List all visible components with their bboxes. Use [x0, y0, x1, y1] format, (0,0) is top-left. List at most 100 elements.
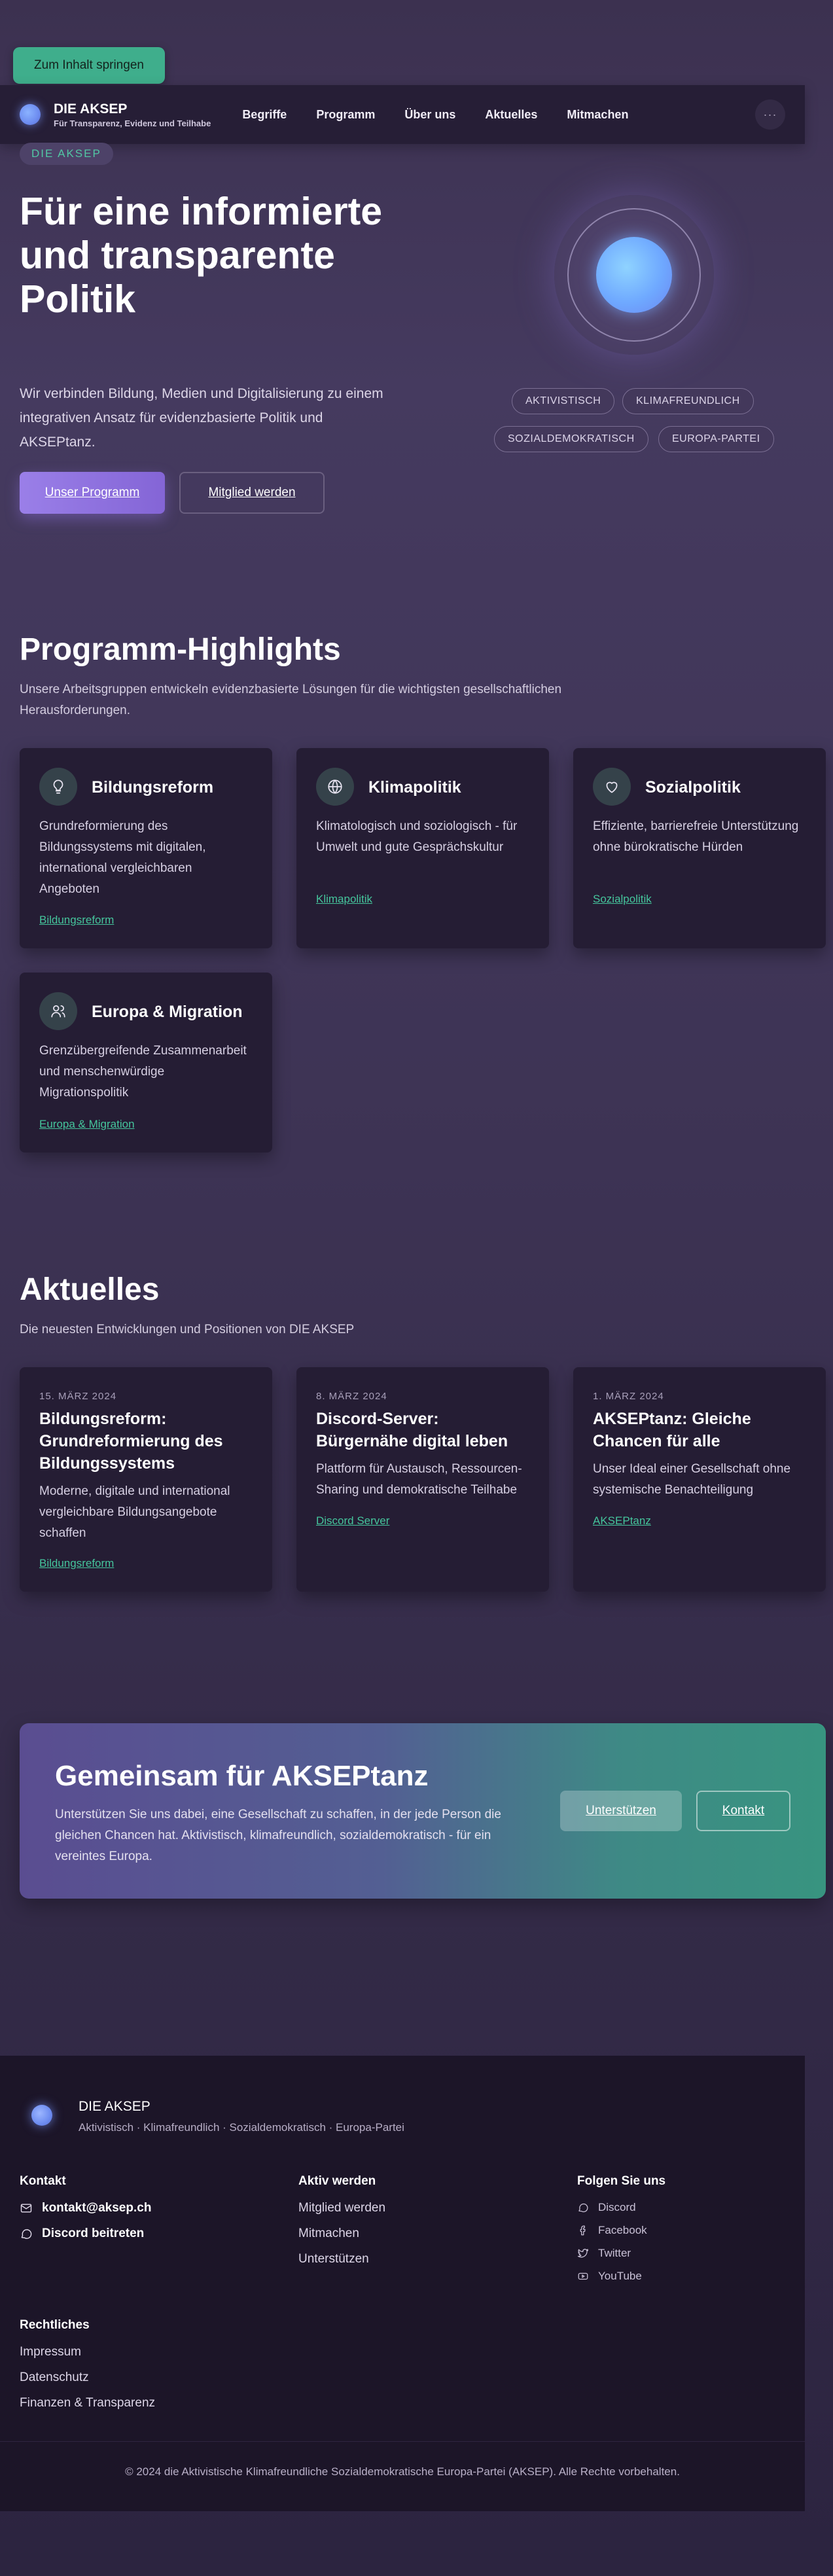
- pill-sozialdemokratisch: SOZIALDEMOKRATISCH: [494, 426, 648, 452]
- lightbulb-icon: [39, 768, 77, 806]
- card-text: Grenzübergreifende Zusammenarbeit und me…: [39, 1044, 247, 1100]
- news-link[interactable]: Bildungsreform: [39, 1557, 114, 1570]
- twitter-icon: [577, 2247, 589, 2259]
- news-card[interactable]: 1. MÄRZ 2024 AKSEPtanz: Gleiche Chancen …: [573, 1367, 826, 1592]
- news-title: Discord-Server: Bürgernähe digital leben: [316, 1410, 508, 1450]
- facebook-icon: [577, 2225, 589, 2236]
- nav-link-aktuelles[interactable]: Aktuelles: [485, 108, 537, 122]
- card-link[interactable]: Bildungsreform: [39, 914, 114, 927]
- news-subtitle: Die neuesten Entwicklungen und Positione…: [20, 1323, 355, 1336]
- pill-klimafreundlich: KLIMAFREUNDLICH: [622, 388, 754, 414]
- users-icon: [39, 992, 77, 1030]
- footer-social-discord-label: Discord: [598, 2201, 636, 2213]
- nav-link-begriffe[interactable]: Begriffe: [242, 108, 287, 122]
- news-card[interactable]: 15. MÄRZ 2024 Bildungsreform: Grundrefor…: [20, 1367, 272, 1592]
- footer-tagline: Aktivistisch · Klimafreundlich · Soziald…: [79, 2121, 404, 2134]
- news-text: Unser Ideal einer Gesellschaft ohne syst…: [593, 1462, 791, 1497]
- news-text: Plattform für Austausch, Ressourcen-Shar…: [316, 1462, 522, 1497]
- site-footer: DIE AKSEP Aktivistisch · Klimafreundlich…: [0, 2056, 805, 2511]
- skip-to-content-link[interactable]: Zum Inhalt springen: [13, 47, 165, 84]
- footer-legal-title: Rechtliches: [20, 2318, 90, 2332]
- hero-orb-graphic: [554, 195, 714, 355]
- footer-social-discord[interactable]: Discord: [577, 2201, 636, 2214]
- news-title: Aktuelles: [20, 1272, 160, 1307]
- card-text: Effiziente, barrierefreie Unterstützung …: [593, 819, 799, 854]
- news-title: AKSEPtanz: Gleiche Chancen für alle: [593, 1410, 751, 1450]
- card-text: Klimatologisch und soziologisch - für Um…: [316, 819, 518, 854]
- news-date: 15. MÄRZ 2024: [39, 1391, 117, 1402]
- footer-brand: DIE AKSEP: [79, 2099, 151, 2114]
- hero-subtitle: Wir verbinden Bildung, Medien und Digita…: [20, 386, 383, 450]
- globe-icon: [316, 768, 354, 806]
- cta-banner: Gemeinsam für AKSEPtanz Unterstützen Sie…: [20, 1723, 826, 1899]
- footer-link-mitmachen[interactable]: Mitmachen: [298, 2227, 359, 2241]
- footer-contact-title: Kontakt: [20, 2174, 66, 2188]
- brand-tagline: Für Transparenz, Evidenz und Teilhabe: [54, 118, 211, 128]
- footer-logo-orb-icon: [31, 2105, 52, 2126]
- card-title: Klimapolitik: [368, 778, 461, 796]
- card-title: Sozialpolitik: [645, 778, 741, 796]
- footer-link-unterstuetzen[interactable]: Unterstützen: [298, 2252, 369, 2266]
- card-title: Europa & Migration: [92, 1003, 243, 1021]
- footer-discord-join-text: Discord beitreten: [42, 2227, 145, 2240]
- news-link[interactable]: AKSEPtanz: [593, 1514, 651, 1528]
- mail-icon: [20, 2202, 33, 2215]
- footer-link-datenschutz[interactable]: Datenschutz: [20, 2370, 89, 2385]
- highlights-title: Programm-Highlights: [20, 632, 341, 667]
- ellipsis-icon: ···: [763, 107, 777, 121]
- news-date: 1. MÄRZ 2024: [593, 1391, 664, 1402]
- nav-link-programm[interactable]: Programm: [316, 108, 375, 122]
- footer-email-text: kontakt@aksep.ch: [42, 2201, 152, 2215]
- card-title: Bildungsreform: [92, 778, 214, 796]
- card-link[interactable]: Sozialpolitik: [593, 893, 652, 906]
- footer-link-impressum[interactable]: Impressum: [20, 2345, 81, 2359]
- footer-discord-join-link[interactable]: Discord beitreten: [20, 2227, 144, 2241]
- menu-button[interactable]: ···: [755, 99, 785, 130]
- main-nav: Begriffe Programm Über uns Aktuelles Mit…: [242, 108, 658, 122]
- news-date: 8. MÄRZ 2024: [316, 1391, 387, 1402]
- footer-link-mitglied-werden[interactable]: Mitglied werden: [298, 2201, 385, 2215]
- brand-name: DIE AKSEP: [54, 101, 128, 116]
- footer-email-link[interactable]: kontakt@aksep.ch: [20, 2201, 151, 2215]
- footer-divider: [0, 2441, 805, 2442]
- hero-badge: DIE AKSEP: [20, 143, 113, 165]
- footer-involved-title: Aktiv werden: [298, 2174, 376, 2188]
- cta-text: Unterstützen Sie uns dabei, eine Gesells…: [55, 1808, 501, 1863]
- footer-copyright: © 2024 die Aktivistische Klimafreundlich…: [125, 2465, 680, 2478]
- nav-link-ueber-uns[interactable]: Über uns: [404, 108, 455, 122]
- logo-orb-icon[interactable]: [20, 104, 41, 125]
- highlight-card-europa-migration: Europa & Migration Grenzübergreifende Zu…: [20, 973, 272, 1153]
- highlight-card-bildungsreform: Bildungsreform Grundreformierung des Bil…: [20, 748, 272, 948]
- pill-europa-partei: EUROPA-PARTEI: [658, 426, 774, 452]
- footer-link-finanzen[interactable]: Finanzen & Transparenz: [20, 2396, 155, 2410]
- nav-link-mitmachen[interactable]: Mitmachen: [567, 108, 628, 122]
- hero-title: Für eine informierte und transparente Po…: [20, 190, 383, 321]
- brand[interactable]: DIE AKSEP Für Transparenz, Evidenz und T…: [54, 101, 211, 128]
- highlight-card-sozialpolitik: Sozialpolitik Effiziente, barrierefreie …: [573, 748, 826, 948]
- footer-social-twitter[interactable]: Twitter: [577, 2247, 631, 2260]
- hero-orb: [596, 237, 672, 313]
- news-link[interactable]: Discord Server: [316, 1514, 389, 1528]
- support-button[interactable]: Unterstützen: [560, 1791, 682, 1831]
- news-text: Moderne, digitale und international verg…: [39, 1484, 230, 1540]
- contact-button[interactable]: Kontakt: [696, 1791, 790, 1831]
- footer-social-youtube-label: YouTube: [598, 2270, 642, 2282]
- highlight-card-klimapolitik: Klimapolitik Klimatologisch und soziolog…: [296, 748, 549, 948]
- news-card[interactable]: 8. MÄRZ 2024 Discord-Server: Bürgernähe …: [296, 1367, 549, 1592]
- card-link[interactable]: Europa & Migration: [39, 1118, 135, 1131]
- card-link[interactable]: Klimapolitik: [316, 893, 372, 906]
- footer-social-twitter-label: Twitter: [598, 2247, 631, 2259]
- news-title: Bildungsreform: Grundreformierung des Bi…: [39, 1410, 223, 1473]
- highlights-subtitle: Unsere Arbeitsgruppen entwickeln evidenz…: [20, 683, 562, 717]
- pill-aktivistisch: AKTIVISTISCH: [512, 388, 615, 414]
- card-text: Grundreformierung des Bildungssystems mi…: [39, 819, 206, 896]
- footer-social-facebook[interactable]: Facebook: [577, 2224, 647, 2237]
- program-button[interactable]: Unser Programm: [20, 472, 165, 514]
- youtube-icon: [577, 2270, 589, 2282]
- footer-social-youtube[interactable]: YouTube: [577, 2270, 642, 2283]
- site-header: DIE AKSEP Für Transparenz, Evidenz und T…: [0, 85, 805, 144]
- cta-title: Gemeinsam für AKSEPtanz: [55, 1760, 429, 1792]
- become-member-button[interactable]: Mitglied werden: [179, 472, 325, 514]
- footer-social-facebook-label: Facebook: [598, 2224, 647, 2236]
- chat-bubble-icon: [20, 2227, 33, 2240]
